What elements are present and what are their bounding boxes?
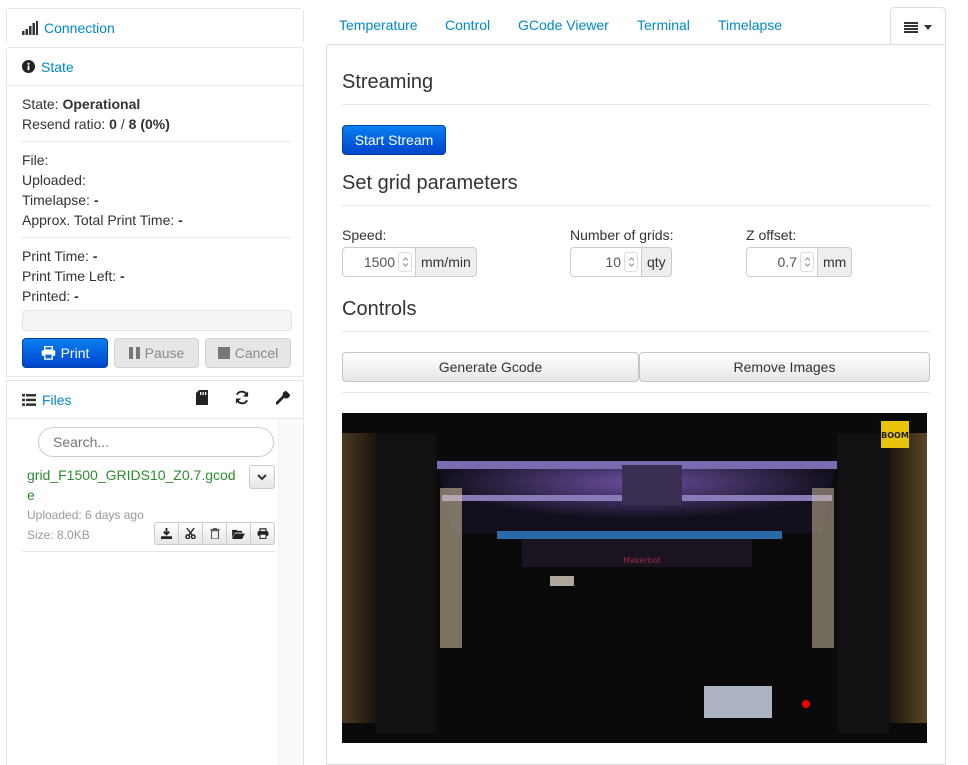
printer-icon — [257, 528, 268, 539]
controls-heading: Controls — [342, 298, 417, 320]
download-button[interactable] — [154, 522, 179, 545]
print-button[interactable]: Print — [22, 338, 108, 368]
file-search-input[interactable] — [38, 427, 274, 457]
delete-button[interactable] — [202, 522, 227, 545]
signal-icon — [22, 20, 38, 35]
tab-gcode-viewer[interactable]: GCode Viewer — [518, 17, 609, 33]
approx-time-line: Approx. Total Print Time: - — [22, 212, 183, 228]
scissors-icon — [185, 528, 196, 539]
zoffset-field: 0.7 mm — [746, 247, 853, 277]
file-line: File: — [22, 152, 49, 168]
grids-input[interactable]: 10 — [570, 247, 642, 277]
printer-brand-text: Makerbot — [623, 556, 660, 565]
printer-icon — [41, 346, 55, 360]
state-title: State — [41, 58, 74, 75]
grids-unit: qty — [642, 247, 672, 277]
streaming-heading: Streaming — [342, 71, 434, 93]
print-label: Print — [60, 345, 90, 361]
grid-params-heading: Set grid parameters — [342, 172, 518, 194]
download-icon — [161, 528, 172, 539]
camera-badge-text: BOOM — [881, 431, 909, 440]
trash-icon — [209, 528, 220, 539]
pause-icon — [128, 347, 140, 359]
refresh-icon[interactable] — [234, 390, 250, 405]
speed-field: 1500 mm/min — [342, 247, 477, 277]
tab-temperature[interactable]: Temperature — [339, 17, 418, 33]
print-time-line: Print Time: - — [22, 248, 98, 264]
connection-panel: Connection — [6, 8, 304, 46]
speed-spinner[interactable] — [398, 252, 412, 272]
caret-down-icon — [924, 24, 932, 30]
divider — [342, 331, 930, 332]
resend-line: Resend ratio: 0 / 8 (0%) — [22, 116, 170, 132]
zoffset-unit: mm — [818, 247, 853, 277]
tab-terminal[interactable]: Terminal — [637, 17, 690, 33]
webcam-stream-image: Makerbot BOOM — [342, 413, 927, 743]
divider — [342, 392, 930, 393]
spinner-arrows-icon — [628, 257, 634, 267]
start-stream-button[interactable]: Start Stream — [342, 125, 446, 155]
stop-icon — [217, 347, 230, 359]
state-toggle[interactable]: State — [22, 59, 74, 75]
connection-toggle[interactable]: Connection — [22, 20, 115, 36]
files-panel: Files grid_F1500_GRIDS10_Z0.7.gcode Uplo… — [6, 380, 304, 765]
spinner-arrows-icon — [402, 257, 408, 267]
divider — [342, 104, 930, 105]
file-name[interactable]: grid_F1500_GRIDS10_Z0.7.gcode — [27, 465, 242, 505]
divider — [22, 237, 290, 238]
zoffset-label: Z offset: — [746, 227, 797, 243]
sd-card-icon[interactable] — [196, 390, 208, 405]
grids-value: 10 — [605, 254, 621, 270]
timelapse-line: Timelapse: - — [22, 192, 99, 208]
speed-input[interactable]: 1500 — [342, 247, 416, 277]
wrench-icon[interactable] — [276, 390, 291, 405]
files-toggle[interactable]: Files — [22, 392, 72, 408]
zoffset-input[interactable]: 0.7 — [746, 247, 818, 277]
print-progress-bar — [22, 310, 292, 331]
tab-control[interactable]: Control — [445, 17, 490, 33]
file-list-item[interactable]: grid_F1500_GRIDS10_Z0.7.gcode Uploaded: … — [22, 465, 275, 552]
tab-bar: Temperature Control GCode Viewer Termina… — [326, 7, 946, 46]
uploaded-line: Uploaded: — [22, 172, 86, 188]
grids-field: 10 qty — [570, 247, 672, 277]
state-line: State: Operational — [22, 96, 141, 112]
chevron-down-icon — [257, 473, 267, 480]
files-title: Files — [42, 391, 72, 408]
info-icon — [22, 60, 35, 73]
menu-lines-icon — [904, 21, 918, 33]
pause-label: Pause — [144, 345, 185, 361]
divider — [342, 205, 930, 206]
main-panel: Streaming Start Stream Set grid paramete… — [326, 44, 946, 765]
printed-line: Printed: - — [22, 288, 79, 304]
generate-gcode-button[interactable]: Generate Gcode — [342, 352, 639, 382]
grids-spinner[interactable] — [624, 252, 638, 272]
state-panel: State State: Operational Resend ratio: 0… — [6, 47, 304, 377]
file-expand-button[interactable] — [249, 465, 275, 489]
state-value: Operational — [62, 96, 141, 112]
tab-overflow-menu[interactable] — [890, 7, 946, 46]
folder-open-icon — [232, 529, 245, 539]
zoffset-spinner[interactable] — [800, 252, 814, 272]
load-button[interactable] — [226, 522, 251, 545]
speed-unit: mm/min — [416, 247, 477, 277]
cancel-label: Cancel — [234, 345, 279, 361]
spinner-arrows-icon — [804, 257, 810, 267]
tab-timelapse[interactable]: Timelapse — [718, 17, 782, 33]
list-icon — [22, 393, 36, 406]
print-time-left-line: Print Time Left: - — [22, 268, 125, 284]
load-and-print-button[interactable] — [250, 522, 275, 545]
zoffset-value: 0.7 — [777, 254, 797, 270]
slice-button[interactable] — [178, 522, 203, 545]
cancel-button[interactable]: Cancel — [205, 338, 291, 368]
grids-label: Number of grids: — [570, 227, 674, 243]
speed-label: Speed: — [342, 227, 387, 243]
connection-title: Connection — [44, 19, 115, 36]
divider — [22, 141, 290, 142]
files-scrollbar[interactable] — [278, 419, 303, 765]
speed-value: 1500 — [363, 254, 395, 270]
pause-button[interactable]: Pause — [114, 338, 199, 368]
printer-camera-view: Makerbot BOOM — [342, 413, 927, 743]
remove-images-button[interactable]: Remove Images — [639, 352, 930, 382]
